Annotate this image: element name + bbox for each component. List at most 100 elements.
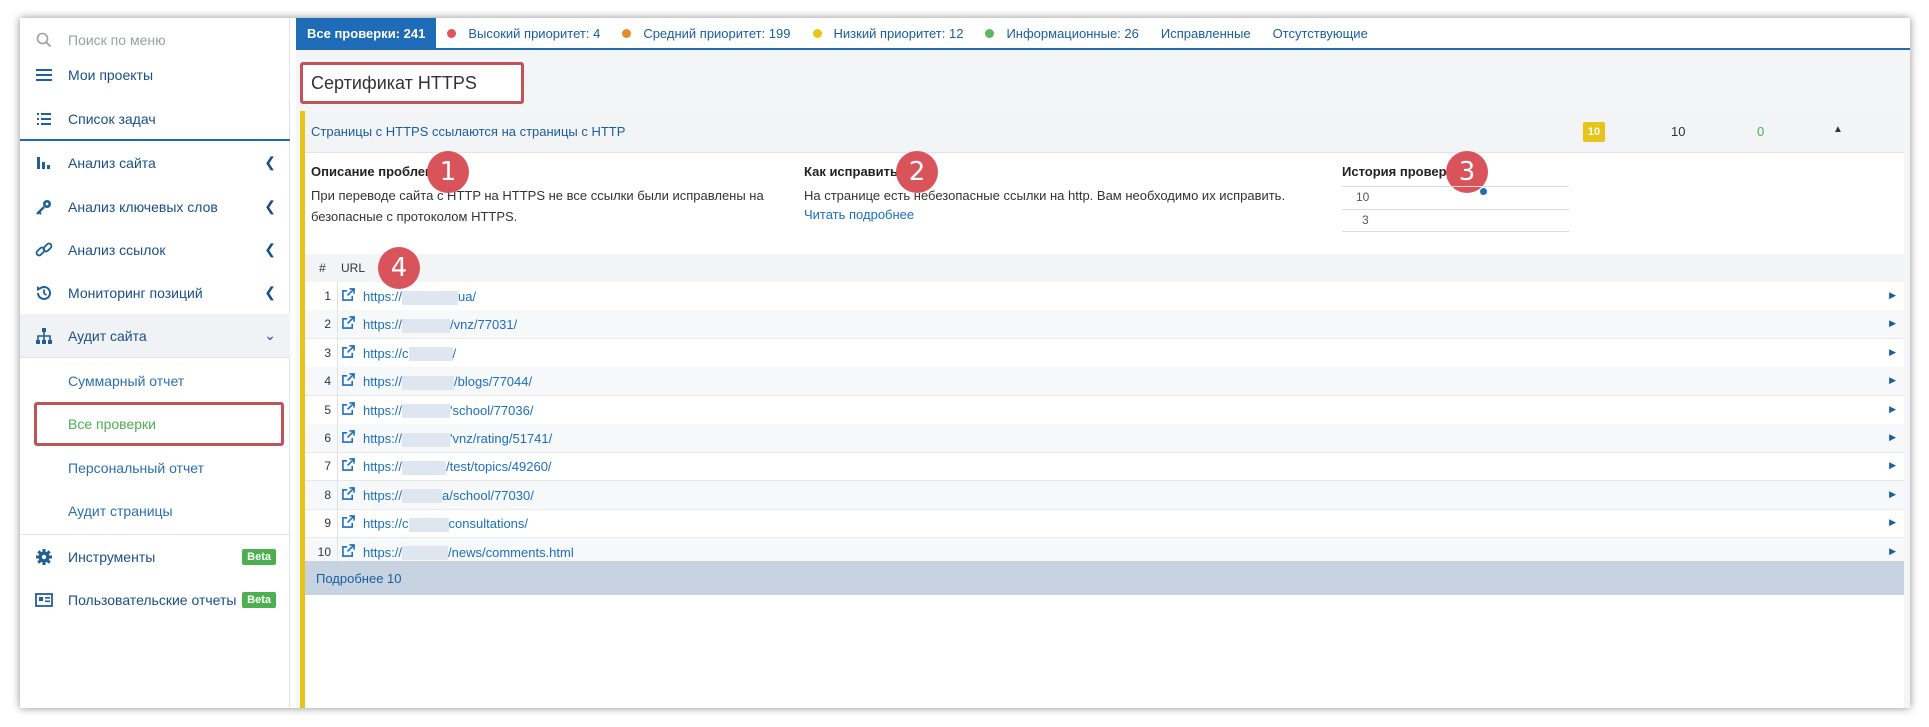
sidebar-subitem-summary[interactable]: Суммарный отчет	[20, 359, 290, 402]
table-row[interactable]: 1 https:// ua/ ▶	[305, 282, 1904, 311]
read-more-link[interactable]: Читать подробнее	[804, 207, 914, 222]
url-link[interactable]: https:// 'vnz/rating/51741/	[363, 431, 552, 447]
beta-badge: Beta	[242, 591, 276, 608]
menu-search-input[interactable]: Поиск по меню	[68, 32, 166, 48]
external-link-icon[interactable]	[342, 430, 356, 444]
sidebar-item-tasks[interactable]: Список задач	[20, 97, 290, 140]
row-separator	[337, 282, 338, 311]
sidebar-subitem-label: Все проверки	[68, 415, 156, 432]
table-row[interactable]: 7 https:// /test/topics/49260/ ▶	[305, 452, 1904, 482]
url-suffix: a/school/77030/	[442, 487, 534, 503]
external-link-icon[interactable]	[342, 458, 356, 472]
url-link[interactable]: https:// /test/topics/49260/	[363, 459, 552, 475]
url-link[interactable]: https:// /blogs/77044/	[363, 374, 532, 390]
tab-label: Высокий приоритет: 4	[468, 25, 601, 41]
high-priority-dot-icon	[447, 28, 457, 38]
howto-text: На странице есть небезопасные ссылки на …	[804, 188, 1286, 203]
expand-arrow-icon[interactable]: ▶	[1889, 517, 1896, 528]
tab-medium-priority[interactable]: Средний приоритет: 199	[611, 18, 801, 48]
expand-arrow-icon[interactable]: ▶	[1889, 432, 1896, 443]
url-link[interactable]: https:// ua/	[363, 289, 476, 305]
url-link[interactable]: https:// /news/comments.html	[363, 545, 574, 561]
external-link-icon[interactable]	[342, 288, 356, 302]
sidebar-item-keywords[interactable]: Анализ ключевых слов ❮	[20, 185, 290, 228]
external-link-icon[interactable]	[342, 515, 356, 529]
bar-chart-icon	[34, 153, 54, 173]
url-suffix: consultations/	[448, 516, 529, 532]
sidebar-item-positions[interactable]: Мониторинг позиций ❮	[20, 271, 290, 314]
sidebar-item-custom-reports[interactable]: Пользовательские отчеты Beta	[20, 578, 290, 621]
table-row[interactable]: 9 https://c consultations/ ▶	[305, 509, 1904, 539]
url-link[interactable]: https:// /vnz/77031/	[363, 317, 517, 333]
expand-arrow-icon[interactable]: ▶	[1889, 318, 1896, 329]
sidebar-item-site-audit[interactable]: Аудит сайта ⌄	[20, 314, 290, 357]
sidebar-subitem-page-audit[interactable]: Аудит страницы	[20, 489, 290, 532]
sidebar-item-site-analysis[interactable]: Анализ сайта ❮	[20, 141, 290, 184]
tab-label: Средний приоритет: 199	[643, 25, 791, 41]
redacted-domain	[402, 404, 451, 419]
sidebar-subitem-all-checks[interactable]: Все проверки	[20, 402, 290, 445]
external-link-icon[interactable]	[342, 316, 356, 330]
expand-arrow-icon[interactable]: ▶	[1889, 546, 1896, 557]
external-link-icon[interactable]	[342, 373, 356, 387]
annotation-marker-2: 2	[896, 151, 938, 193]
sidebar-item-tools[interactable]: Инструменты Beta	[20, 535, 290, 578]
sidebar-subitem-personal[interactable]: Персональный отчет	[20, 446, 290, 489]
expand-arrow-icon[interactable]: ▶	[1889, 347, 1896, 358]
menu-lines-icon	[34, 65, 54, 85]
tab-all-checks[interactable]: Все проверки: 241	[296, 18, 437, 48]
url-prefix: https://c	[363, 345, 409, 361]
check-header[interactable]: Страницы с HTTPS ссылаются на страницы с…	[305, 111, 1904, 153]
table-row[interactable]: 6 https:// 'vnz/rating/51741/ ▶	[305, 424, 1904, 453]
sidebar: Поиск по меню Мои проекты Список задач А…	[20, 18, 290, 708]
external-link-icon[interactable]	[342, 401, 356, 416]
sidebar-item-label: Анализ сайта	[68, 154, 156, 171]
table-row[interactable]: 8 https:// a/school/77030/ ▶	[305, 480, 1904, 510]
row-number: 10	[317, 544, 331, 559]
expand-arrow-icon[interactable]: ▶	[1889, 404, 1896, 415]
expand-arrow-icon[interactable]: ▶	[1889, 460, 1896, 471]
url-link[interactable]: https:// a/school/77030/	[363, 488, 534, 504]
table-row[interactable]: 2 https:// /vnz/77031/ ▶	[305, 310, 1904, 340]
url-link[interactable]: https://c consultations/	[363, 516, 528, 532]
tab-info[interactable]: Информационные: 26	[974, 18, 1149, 48]
collapse-arrow-icon[interactable]: ▲	[1833, 124, 1843, 135]
table-row[interactable]: 5 https:// 'school/77036/ ▶	[305, 395, 1904, 425]
history-gridline	[1342, 231, 1569, 232]
expand-arrow-icon[interactable]: ▶	[1889, 290, 1896, 301]
external-link-icon[interactable]	[342, 543, 356, 558]
sidebar-item-links[interactable]: Анализ ссылок ❮	[20, 228, 290, 271]
task-list-icon	[34, 109, 54, 129]
sidebar-item-label: Аудит сайта	[68, 327, 147, 344]
row-separator	[337, 338, 338, 368]
external-link-icon[interactable]	[342, 344, 356, 359]
tab-missing[interactable]: Отсутствующие	[1262, 18, 1379, 48]
url-prefix: https://	[363, 402, 403, 418]
tab-high-priority[interactable]: Высокий приоритет: 4	[436, 18, 611, 48]
sitemap-icon	[34, 326, 54, 346]
url-link[interactable]: https:// 'school/77036/	[363, 403, 533, 419]
check-title[interactable]: Страницы с HTTPS ссылаются на страницы с…	[311, 124, 625, 139]
history-point	[1480, 188, 1487, 195]
tab-low-priority[interactable]: Низкий приоритет: 12	[802, 18, 975, 48]
fixed-count: 0	[1757, 124, 1765, 139]
url-prefix: https://	[363, 431, 403, 446]
tab-fixed[interactable]: Исправленные	[1150, 18, 1262, 48]
column-url-header[interactable]: URL	[341, 261, 365, 275]
url-prefix: https://	[363, 487, 403, 503]
external-link-icon[interactable]	[342, 486, 356, 501]
history-label-bottom: 3	[1362, 213, 1369, 227]
chevron-left-icon: ❮	[264, 154, 276, 170]
key-icon	[34, 197, 54, 217]
sidebar-item-projects[interactable]: Мои проекты	[20, 53, 290, 96]
show-more-button[interactable]: Подробнее 10	[305, 561, 1904, 595]
chevron-left-icon: ❮	[264, 198, 276, 214]
url-link[interactable]: https://c /	[363, 346, 456, 362]
url-suffix: 'school/77036/	[450, 402, 534, 418]
table-row[interactable]: 3 https://c / ▶	[305, 338, 1904, 368]
expand-arrow-icon[interactable]: ▶	[1889, 489, 1896, 500]
row-separator	[337, 395, 338, 425]
expand-arrow-icon[interactable]: ▶	[1889, 375, 1896, 386]
table-row[interactable]: 4 https:// /blogs/77044/ ▶	[305, 367, 1904, 397]
row-number: 4	[324, 374, 331, 389]
